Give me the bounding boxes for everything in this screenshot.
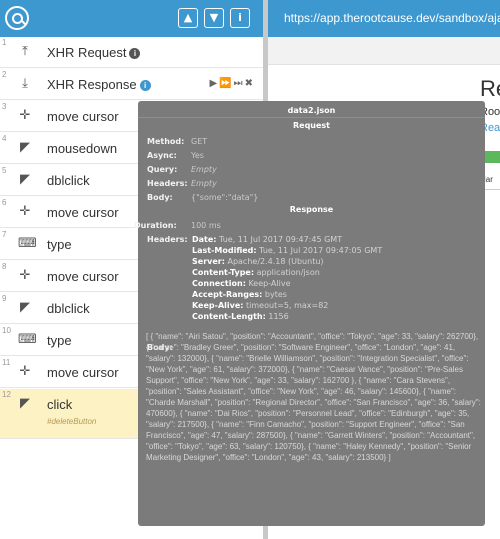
step-row[interactable]: 1 ⤒ XHR Request i bbox=[0, 37, 263, 68]
step-number: 6 bbox=[2, 198, 7, 207]
pointer-icon: ◤ bbox=[20, 396, 30, 411]
method-key: Method: bbox=[147, 137, 185, 146]
step-label: dblclick bbox=[47, 173, 90, 188]
headers-value: Empty bbox=[191, 179, 217, 188]
step-label: XHR Request bbox=[47, 45, 127, 60]
step-number: 4 bbox=[2, 134, 7, 143]
step-label: mousedown bbox=[47, 141, 118, 156]
step-number: 10 bbox=[2, 326, 11, 335]
step-label: move cursor bbox=[47, 205, 119, 220]
headers-row: Headers: Empty bbox=[138, 178, 485, 189]
response-headers-list: Date: Tue, 11 Jul 2017 09:47:45 GMT Last… bbox=[192, 234, 382, 322]
step-number: 8 bbox=[2, 262, 7, 271]
response-headers-key: Headers: bbox=[147, 235, 188, 244]
step-number: 2 bbox=[2, 70, 7, 79]
step-number: 5 bbox=[2, 166, 7, 175]
response-header: Last-Modified: Tue, 11 Jul 2017 09:47:05… bbox=[192, 246, 383, 255]
query-value: Empty bbox=[191, 165, 217, 174]
step-label: click bbox=[47, 397, 73, 412]
query-row: Query: Empty bbox=[138, 164, 485, 175]
response-body-value: [ { "name": "Airi Satou", "position": "A… bbox=[146, 332, 481, 462]
step-label: dblclick bbox=[47, 301, 90, 316]
pointer-icon: ◤ bbox=[20, 300, 30, 315]
close-icon[interactable]: ✖ bbox=[245, 78, 255, 89]
skip-to-end-icon[interactable]: ⏭ bbox=[234, 78, 245, 89]
response-headers-row: Headers: Date: Tue, 11 Jul 2017 09:47:45… bbox=[138, 234, 485, 334]
keyboard-icon: ⌨ bbox=[18, 332, 37, 347]
url-bar[interactable]: https://app.therootcause.dev/sandbox/aja… bbox=[268, 0, 500, 37]
info-icon[interactable]: i bbox=[129, 48, 141, 59]
move-icon: ✛ bbox=[19, 268, 31, 283]
response-header: Server: Apache/2.4.18 (Ubuntu) bbox=[192, 257, 324, 266]
move-icon: ✛ bbox=[19, 204, 31, 219]
pointer-icon: ◤ bbox=[20, 172, 30, 187]
scroll-down-button[interactable]: ▼ bbox=[204, 8, 224, 28]
step-number: 12 bbox=[2, 390, 11, 399]
move-icon: ✛ bbox=[19, 108, 31, 123]
response-header: Accept-Ranges: bytes bbox=[192, 290, 287, 299]
step-number: 11 bbox=[2, 358, 11, 367]
method-row: Method: GET bbox=[138, 136, 485, 147]
body-key: Body: bbox=[147, 193, 173, 202]
step-label: move cursor bbox=[47, 269, 119, 284]
response-header: Keep-Alive: timeout=5, max=82 bbox=[192, 301, 329, 310]
step-label: move cursor bbox=[47, 365, 119, 380]
query-key: Query: bbox=[147, 165, 178, 174]
play-icon[interactable]: ▶ bbox=[209, 78, 219, 89]
method-value: GET bbox=[191, 137, 208, 146]
page-title: Re bbox=[480, 76, 500, 101]
response-header: Content-Length: 1156 bbox=[192, 312, 289, 321]
async-row: Async: Yes bbox=[138, 150, 485, 161]
body-row: Body: {"some":"data"} bbox=[138, 192, 485, 203]
async-value: Yes bbox=[191, 151, 204, 160]
upload-icon: ⤒ bbox=[22, 44, 28, 59]
step-selector: #deleteButton bbox=[47, 417, 97, 426]
response-header: Content-Type: application/json bbox=[192, 268, 320, 277]
response-heading: Response bbox=[289, 205, 334, 214]
divider bbox=[138, 117, 485, 118]
step-label: type bbox=[47, 333, 72, 348]
download-icon: ⤓ bbox=[22, 76, 28, 91]
step-number: 1 bbox=[2, 38, 7, 47]
scroll-up-button[interactable]: ▲ bbox=[178, 8, 198, 28]
move-icon: ✛ bbox=[19, 364, 31, 379]
duration-row: Duration: 100 ms bbox=[134, 220, 485, 231]
response-header: Connection: Keep-Alive bbox=[192, 279, 291, 288]
search-logo-icon[interactable] bbox=[5, 6, 29, 30]
steps-toolbar: ▲ ▼ i bbox=[0, 0, 263, 37]
info-button[interactable]: i bbox=[230, 8, 250, 28]
step-label: type bbox=[47, 237, 72, 252]
app-window: ▲ ▼ i 1 ⤒ XHR Request i 2 ⤓ XHR Response i… bbox=[0, 0, 500, 539]
keyboard-icon: ⌨ bbox=[18, 236, 37, 251]
async-key: Async: bbox=[147, 151, 177, 160]
step-label: XHR Response bbox=[47, 77, 137, 92]
preview-nav-strip bbox=[268, 37, 500, 65]
headers-key: Headers: bbox=[147, 179, 188, 188]
fast-forward-icon[interactable]: ⏩ bbox=[219, 78, 233, 89]
step-label: move cursor bbox=[47, 109, 119, 124]
step-number: 3 bbox=[2, 102, 7, 111]
step-number: 9 bbox=[2, 294, 7, 303]
body-value: {"some":"data"} bbox=[191, 193, 259, 202]
step-row[interactable]: 2 ⤓ XHR Response i ▶⏩⏭✖ bbox=[0, 69, 263, 100]
duration-value: 100 ms bbox=[191, 221, 221, 230]
step-number: 7 bbox=[2, 230, 7, 239]
request-heading: Request bbox=[292, 121, 331, 130]
response-header: Date: Tue, 11 Jul 2017 09:47:45 GMT bbox=[192, 235, 343, 244]
pointer-icon: ◤ bbox=[20, 140, 30, 155]
duration-key: Duration: bbox=[134, 221, 177, 230]
tooltip-title: data2.json bbox=[287, 106, 336, 115]
info-icon[interactable]: i bbox=[139, 80, 151, 91]
